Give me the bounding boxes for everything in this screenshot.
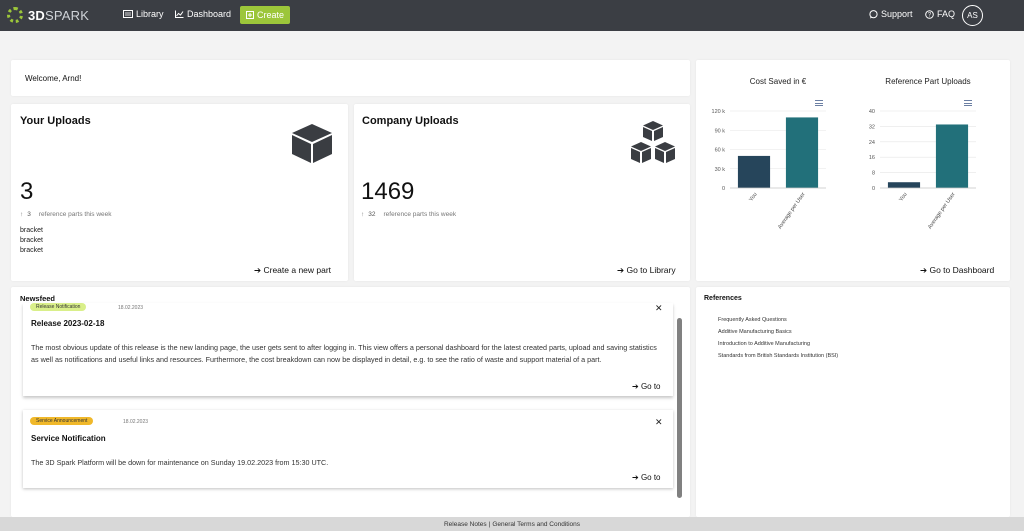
y-tick-label: 120 k: [712, 109, 726, 115]
logo-text: 3DSPARK: [28, 7, 90, 23]
arrow-up-icon: ↑: [20, 211, 24, 218]
list-item[interactable]: bracket: [20, 236, 43, 246]
company-uploads-count: 1469: [361, 178, 415, 205]
terms-link[interactable]: General Terms and Conditions: [492, 521, 580, 528]
cubes-icon: [631, 121, 675, 163]
your-uploads-title: Your Uploads: [20, 115, 91, 127]
chart-title-uploads: Reference Part Uploads: [885, 77, 971, 86]
news-date: 18.02.2023: [123, 419, 149, 425]
go-to-library-link[interactable]: ➔ Go to Library: [617, 265, 676, 276]
reference-link[interactable]: Frequently Asked Questions: [718, 314, 838, 326]
y-tick-label: 0: [872, 186, 875, 192]
y-tick-label: 0: [722, 186, 725, 192]
news-heading: Service Notification: [31, 434, 106, 443]
nav-library[interactable]: Library: [123, 9, 164, 19]
charts-panel: Cost Saved in € Reference Part Uploads 0…: [696, 60, 1010, 281]
list-item[interactable]: bracket: [20, 226, 43, 236]
bar: [737, 155, 771, 188]
footer-separator: |: [488, 520, 491, 528]
reference-link[interactable]: Introduction to Additive Manufacturing: [718, 338, 838, 350]
newsfeed-title: Newsfeed: [20, 294, 56, 303]
y-tick-label: 90 k: [715, 128, 726, 134]
app-logo[interactable]: 3DSPARK: [7, 7, 89, 23]
news-goto-link[interactable]: ➔ Go to: [632, 382, 661, 391]
news-badge: Service Announcement: [30, 417, 94, 425]
y-tick-label: 30 k: [715, 167, 726, 173]
faq-link[interactable]: ? FAQ: [925, 9, 955, 19]
welcome-message: Welcome, Arnd!: [25, 74, 82, 83]
help-circle-icon: ?: [925, 9, 934, 19]
references-list: Frequently Asked Questions Additive Manu…: [718, 314, 838, 362]
nav-library-label: Library: [136, 9, 164, 19]
reference-link[interactable]: Standards from British Standards Institu…: [718, 350, 838, 362]
y-tick-label: 16: [869, 155, 875, 161]
chat-bubble-icon: [869, 9, 878, 18]
top-navigation-bar: 3DSPARK Library Dashboard Create Support…: [0, 0, 1024, 31]
your-uploads-weekly-stat: ↑ 3 reference parts this week: [20, 211, 112, 218]
news-goto-link[interactable]: ➔ Go to: [632, 473, 661, 482]
cost-saved-chart: 0 30 k 60 k 90 k 120 k You Average per User: [712, 109, 826, 231]
y-tick-label: 32: [869, 124, 875, 130]
y-tick-label: 40: [869, 109, 875, 115]
company-uploads-card: Company Uploads 1469 ↑ 32 reference part…: [354, 104, 690, 281]
close-icon[interactable]: ✕: [655, 303, 663, 314]
cube-icon: [292, 124, 332, 163]
bar: [935, 124, 969, 188]
bar: [785, 117, 819, 188]
create-button-label: Create: [257, 10, 285, 20]
chart-title-cost: Cost Saved in €: [749, 77, 807, 86]
recent-parts-list: bracket bracket bracket: [20, 226, 43, 256]
list-item[interactable]: bracket: [20, 246, 43, 256]
release-notes-link[interactable]: Release Notes: [444, 521, 487, 528]
welcome-panel: [11, 60, 690, 96]
your-uploads-count: 3: [20, 178, 34, 205]
close-icon[interactable]: ✕: [655, 417, 663, 428]
news-body: The most obvious update of this release …: [31, 343, 657, 364]
news-body: The 3D Spark Platform will be down for m…: [31, 458, 329, 467]
news-heading: Release 2023-02-18: [31, 319, 105, 328]
x-tick-label: Average per User: [927, 192, 957, 231]
reference-link[interactable]: Additive Manufacturing Basics: [718, 326, 838, 338]
support-label: Support: [881, 9, 913, 19]
support-link[interactable]: Support: [869, 9, 913, 19]
x-tick-label: You: [898, 192, 908, 203]
nav-dashboard[interactable]: Dashboard: [175, 9, 231, 19]
create-new-part-link[interactable]: ➔ Create a new part: [254, 265, 331, 276]
go-to-dashboard-link[interactable]: ➔ Go to Dashboard: [920, 265, 994, 276]
references-title: References: [704, 295, 742, 302]
x-tick-label: Average per User: [777, 192, 807, 231]
news-item: Service Announcement 18.02.2023 ✕ Servic…: [23, 410, 673, 488]
footer: Release Notes | General Terms and Condit…: [0, 517, 1024, 531]
bar: [887, 182, 921, 188]
company-uploads-title: Company Uploads: [362, 115, 459, 127]
news-date: 18.02.2023: [118, 305, 144, 311]
logo-mark-icon: [7, 7, 23, 23]
y-tick-label: 60 k: [715, 148, 726, 154]
company-uploads-weekly-stat: ↑ 32 reference parts this week: [361, 211, 457, 218]
plus-square-icon: [246, 11, 254, 19]
news-item: Release Notification 18.02.2023 ✕ Releas…: [23, 303, 673, 396]
reference-part-uploads-chart: 0 8 16 24 32 40 You Average per User: [869, 109, 976, 231]
y-tick-label: 8: [872, 171, 875, 177]
chart-line-icon: [175, 10, 184, 18]
news-badge: Release Notification: [30, 303, 87, 311]
library-icon: [123, 10, 133, 18]
newsfeed-scrollbar[interactable]: [677, 318, 682, 498]
arrow-up-icon: ↑: [361, 211, 365, 218]
x-tick-label: You: [748, 192, 758, 203]
y-tick-label: 24: [869, 140, 875, 146]
your-uploads-card: Your Uploads 3 ↑ 3 reference parts this …: [11, 104, 348, 281]
faq-label: FAQ: [937, 9, 956, 19]
nav-dashboard-label: Dashboard: [187, 9, 232, 19]
create-button[interactable]: Create: [240, 6, 291, 24]
user-avatar[interactable]: AS: [962, 5, 983, 26]
